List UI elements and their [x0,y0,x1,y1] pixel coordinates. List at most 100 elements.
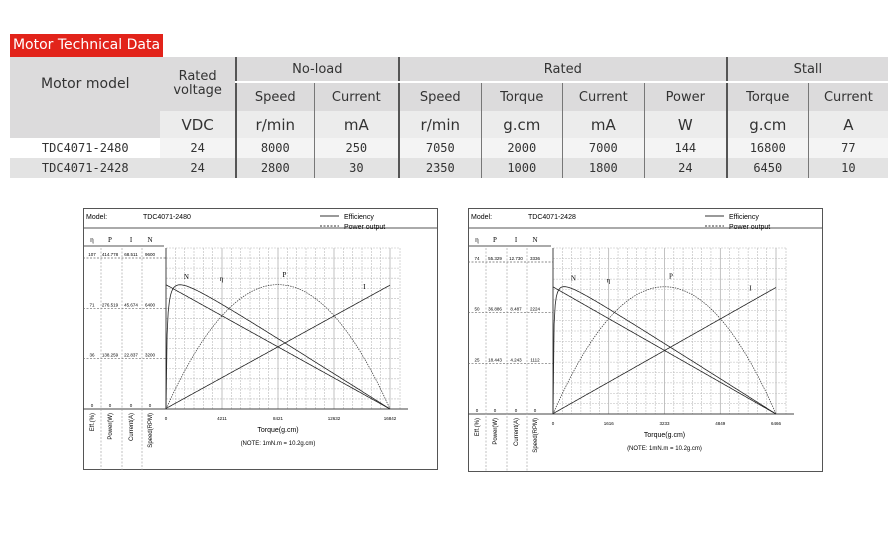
model-name: TDC4071-2480 [143,214,191,221]
axis-tick-label: 36.886 [488,307,502,312]
table-row: TDC4071-2428 24 2800 30 2350 1000 1800 2… [10,158,888,178]
axis-tick-label: 3200 [145,353,156,358]
x-tick-label: 4849 [715,421,726,426]
axis-tick-label: 107 [88,252,96,257]
curve-label-speed: N [184,273,189,281]
cell: 144 [643,138,727,158]
cell: 2350 [397,158,482,178]
axis-tick-label: 71 [89,302,95,307]
header-torque: Torque [480,82,563,111]
performance-chart-2: Model: TDC4071-2428 Efficiency Power output… [468,208,824,473]
cell: 24 [160,138,236,158]
note: (NOTE: 1mN.m = 10.2g.cm) [627,446,702,452]
header-speed: Speed [397,82,482,111]
curve-label-power: P [282,271,286,279]
model-label: Model: [86,214,107,221]
x-tick-label: 3233 [659,421,670,426]
legend-label: Power output [729,224,770,231]
cell: 1000 [480,158,563,178]
legend-label: Efficiency [344,214,374,221]
x-tick-label: 8421 [273,416,284,421]
unit: mA [561,111,645,138]
unit-empty [10,111,161,138]
curve-label-efficiency: η [607,277,611,285]
unit: g.cm [480,111,563,138]
performance-chart-1: Model: TDC4071-2480 Efficiency Power output… [83,208,439,471]
unit: r/min [234,111,315,138]
axis-name: Power(W) [108,413,114,440]
cell: 250 [313,138,399,158]
axis-tick-label: 55.329 [488,256,502,261]
header-rated: Rated [397,57,727,83]
curve-label-power: P [669,273,673,281]
axis-tick-label: 414.778 [102,252,119,257]
x-tick-label: 4211 [217,416,227,421]
header-speed: Speed [234,82,315,111]
cell: 7000 [561,138,645,158]
header-no-load: No-load [234,57,399,83]
axis-tick-label: 4.243 [510,357,522,362]
axis-tick-label: 8.487 [510,307,522,312]
axis-tick-label: 2224 [530,307,541,312]
cell: 77 [807,138,888,158]
axis-symbol: η [90,236,94,244]
unit: g.cm [725,111,809,138]
x-axis-label: Torque(g.cm) [644,432,685,439]
axis-tick-label: 9600 [145,252,156,257]
cell: 24 [160,158,236,178]
axis-tick-label: 138.259 [102,353,119,358]
cell: 24 [643,158,727,178]
axis-symbol: P [108,236,112,244]
unit: mA [313,111,399,138]
unit: A [807,111,888,138]
axis-tick-label: 68.511 [124,252,138,257]
axis-tick-label: 22.837 [124,353,138,358]
cell: 7050 [397,138,482,158]
model-label: Model: [471,214,492,221]
axis-name: Current(A) [129,413,135,441]
axis-tick-label: 74 [474,256,480,261]
cell: 2800 [234,158,315,178]
axis-name: Speed(RPM) [533,418,539,453]
cell: TDC4071-2480 [10,138,161,158]
cell: 30 [313,158,399,178]
header-current: Current [561,82,645,111]
x-tick-label: 1616 [604,421,615,426]
curve-label-speed: N [571,275,576,283]
axis-name: Eff.(%) [475,418,481,436]
table-row: TDC4071-2480 24 8000 250 7050 2000 7000 … [10,138,888,158]
header-power: Power [643,82,727,111]
x-tick-label: 6466 [771,421,782,426]
unit: VDC [181,115,214,134]
axis-name: Current(A) [514,418,520,446]
axis-symbol: P [493,236,497,244]
header-motor-model: Motor model [40,76,130,92]
header-current: Current [313,82,399,111]
axis-symbol: N [532,236,537,244]
axis-symbol: η [475,236,479,244]
axis-tick-label: 12.730 [509,256,523,261]
cell: 6450 [725,158,809,178]
axis-name: Speed(RPM) [148,413,154,448]
axis-symbol: N [147,236,152,244]
cell: 8000 [234,138,315,158]
curve-label-efficiency: η [220,275,224,283]
legend-label: Power output [344,224,385,231]
x-axis-label: Torque(g.cm) [257,427,298,434]
model-name: TDC4071-2428 [528,214,576,221]
cell: TDC4071-2428 [10,158,161,178]
unit: r/min [397,111,482,138]
cell: 10 [807,158,888,178]
x-tick-label: 12632 [328,416,341,421]
cell: 16800 [725,138,809,158]
legend-label: Efficiency [729,214,759,221]
axis-tick-label: 36 [89,353,95,358]
axis-tick-label: 1112 [530,357,540,362]
cell: 1800 [561,158,645,178]
cell: 2000 [480,138,563,158]
header-stall: Stall [725,57,888,83]
x-tick-label: 16842 [384,416,397,421]
axis-tick-label: 25 [474,357,480,362]
section-title: Motor Technical Data [10,34,163,57]
axis-tick-label: 45.674 [124,302,138,307]
